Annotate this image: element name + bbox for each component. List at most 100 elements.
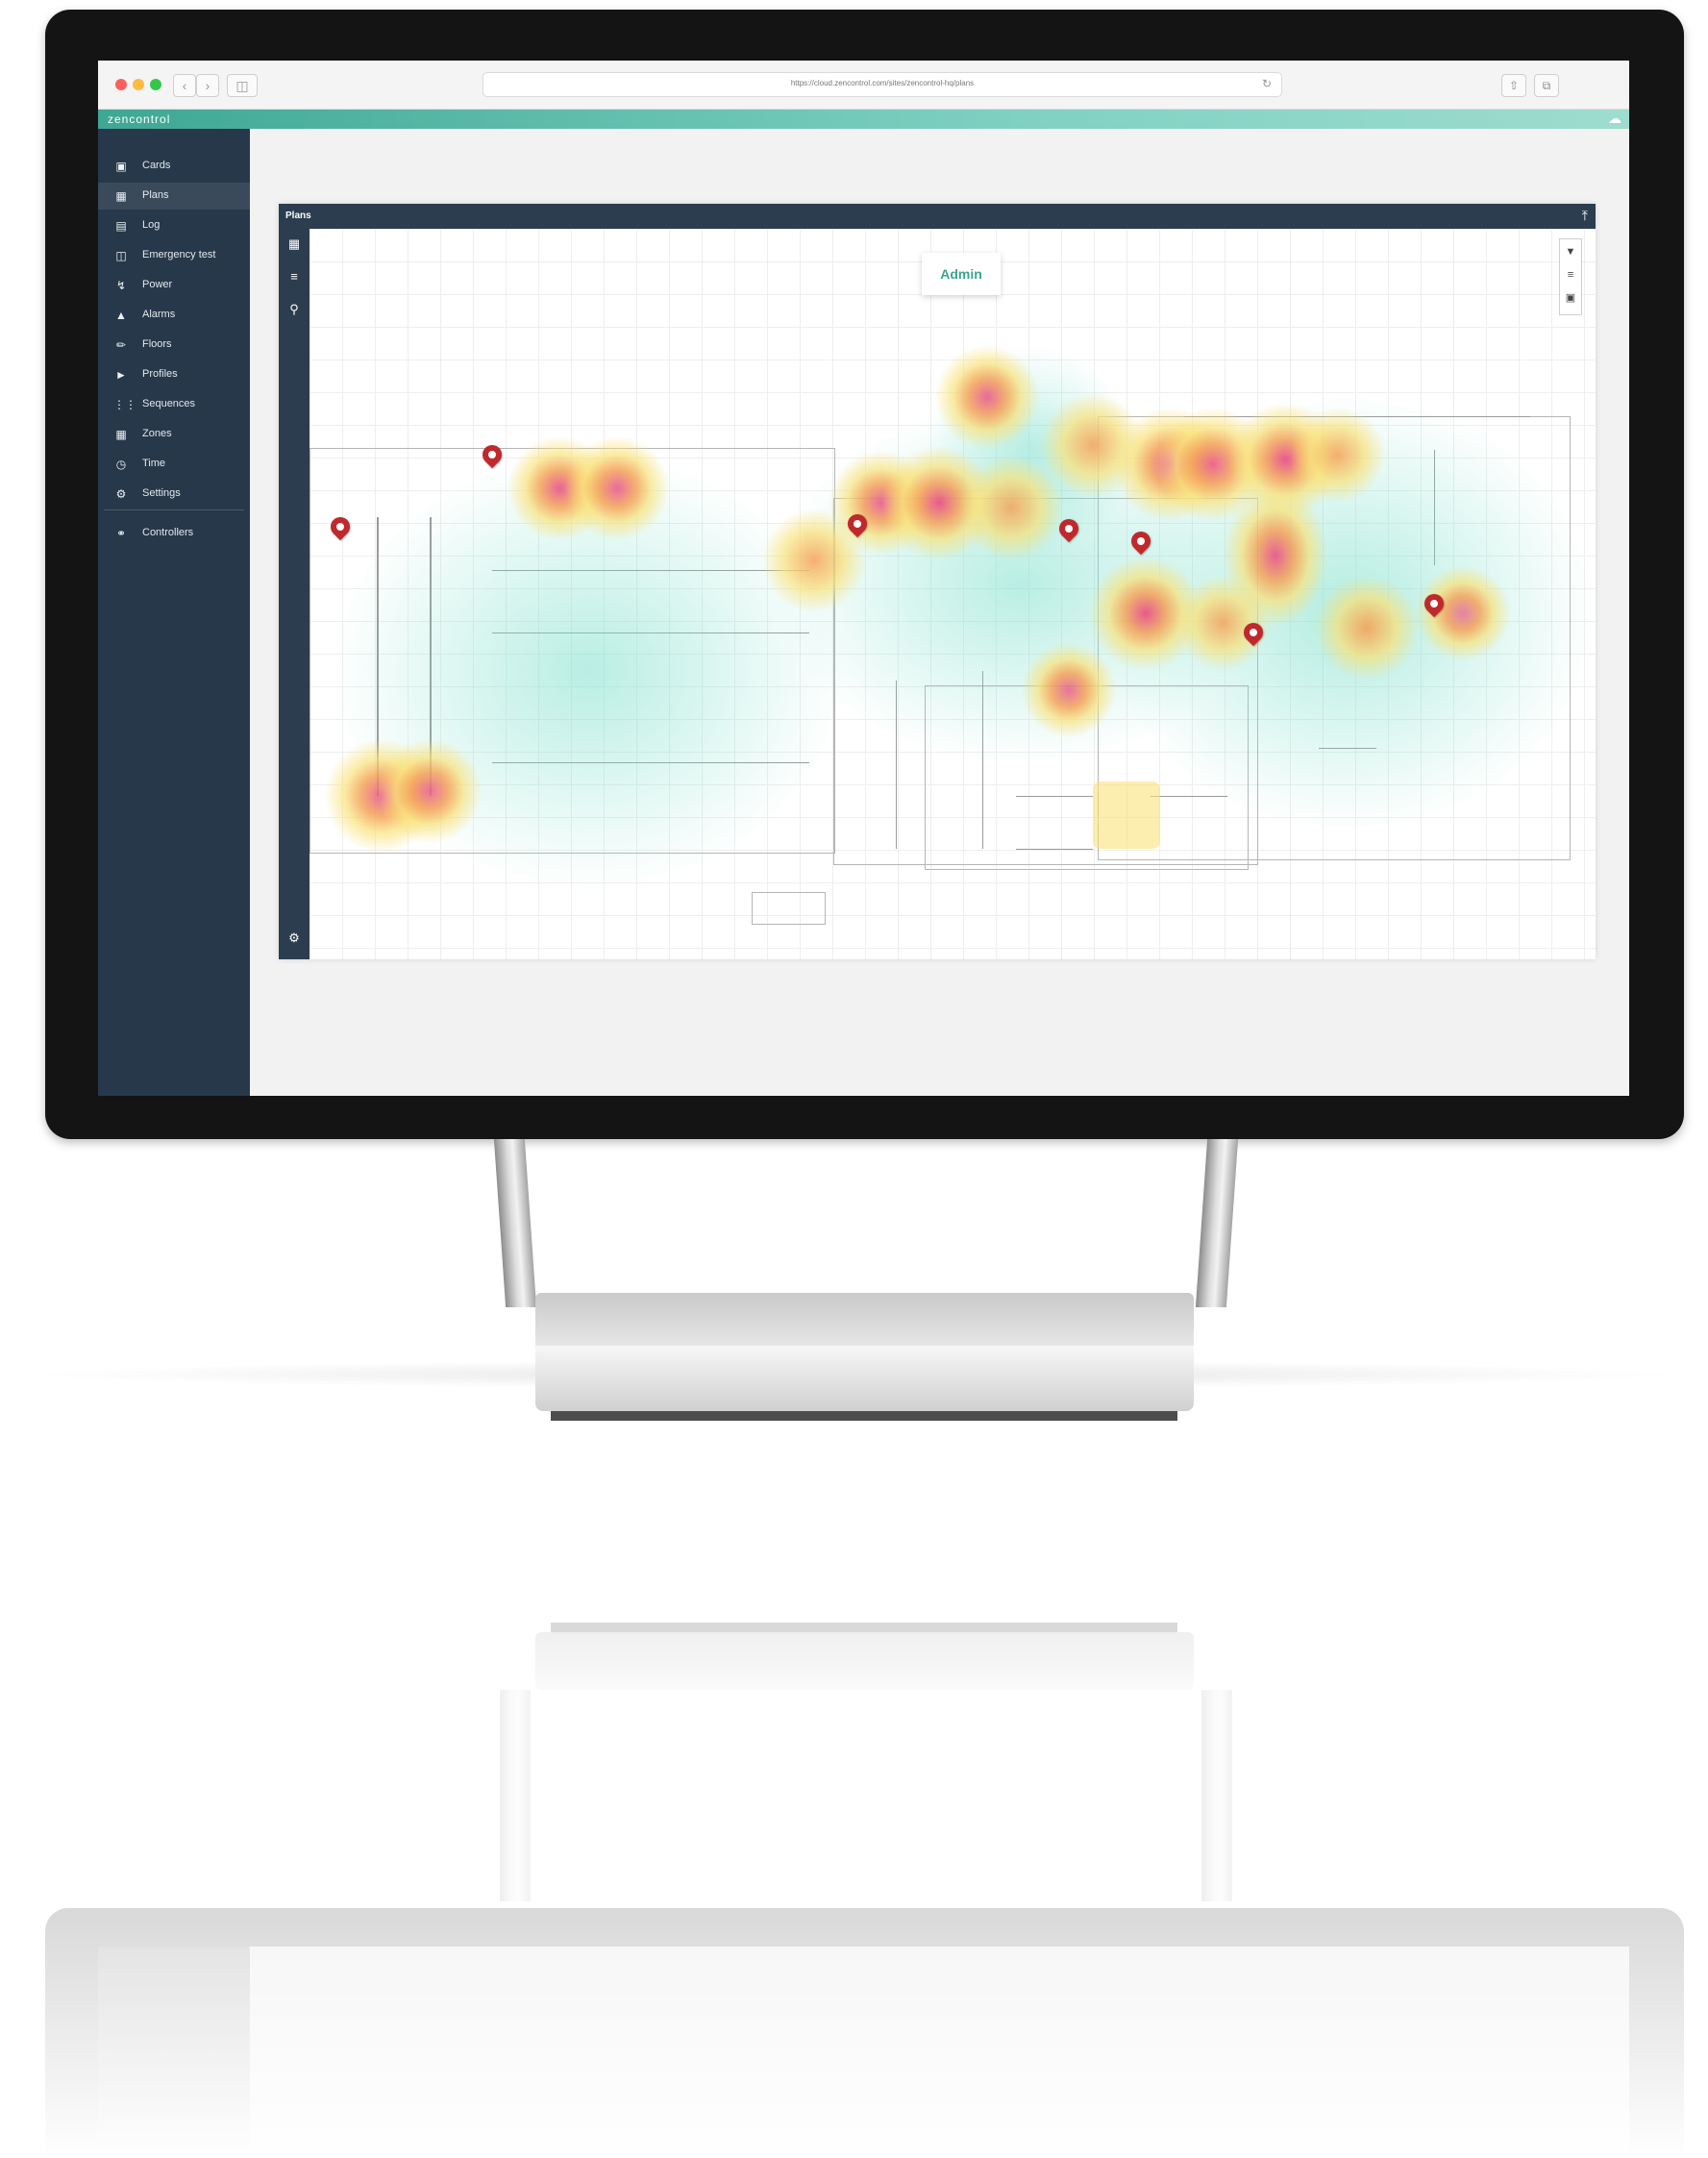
sidebar-item-log[interactable]: ▤ Log xyxy=(98,212,250,239)
forward-button[interactable]: › xyxy=(196,74,219,97)
controllers-icon: ⚭ xyxy=(115,527,127,540)
heatmap-hotspot xyxy=(934,344,1040,450)
reflection-screen xyxy=(98,1947,1629,2158)
app-header: zencontrol ☁ xyxy=(98,110,1629,129)
sidebar-item-settings[interactable]: ⚙ Settings xyxy=(98,481,250,508)
map-icon[interactable]: ▦ xyxy=(286,236,302,252)
stand-base-top xyxy=(535,1293,1194,1351)
sidebar-icon: ◫ xyxy=(235,78,249,93)
sidebar-item-time[interactable]: ◷ Time xyxy=(98,451,250,478)
sidebar-divider xyxy=(104,509,244,510)
sidebar-item-label: Log xyxy=(142,219,161,231)
back-button[interactable]: ‹ xyxy=(173,74,196,97)
reflection-vent xyxy=(551,1623,1177,1632)
map-tools: ▼ ≡ ▣ xyxy=(1559,238,1582,315)
tabs-icon: ⧉ xyxy=(1542,79,1551,92)
sidebar-item-power[interactable]: ↯ Power xyxy=(98,272,250,299)
panel-title: Plans xyxy=(285,211,311,221)
map-icon: ▦ xyxy=(115,189,127,203)
search-icon[interactable]: ⚲ xyxy=(286,302,302,317)
floor-plan-wing-west xyxy=(309,448,835,854)
save-icon[interactable]: ▣ xyxy=(1560,287,1581,309)
share-button[interactable]: ⇧ xyxy=(1501,74,1526,97)
sidebar-item-label: Sequences xyxy=(142,398,196,409)
sidebar-item-label: Time xyxy=(142,458,166,469)
sidebar-item-label: Emergency test xyxy=(142,249,216,260)
tabs-button[interactable]: ⧉ xyxy=(1534,74,1559,97)
sidebar-item-emergency-test[interactable]: ◫ Emergency test xyxy=(98,242,250,269)
reflection-arm-right xyxy=(1201,1690,1232,1901)
sidebar-item-label: Floors xyxy=(142,338,172,350)
browser-toolbar: ‹ › ◫ https://cloud.zencontrol.com/sites… xyxy=(98,61,1629,110)
cloud-icon[interactable]: ☁ xyxy=(1608,111,1621,127)
screen: ‹ › ◫ https://cloud.zencontrol.com/sites… xyxy=(98,61,1629,1096)
pin-icon[interactable]: ▼ xyxy=(1560,241,1581,262)
floor-plan-map[interactable]: Admin ▼ ≡ ▣ xyxy=(309,229,1596,959)
emergency-icon: ◫ xyxy=(115,249,127,262)
sidebar-item-label: Plans xyxy=(142,189,169,201)
sidebar-item-plans[interactable]: ▦ Plans xyxy=(98,183,250,210)
plans-toolbar: ▦ ≡ ⚲ ⚙ xyxy=(279,229,309,959)
reflection-base xyxy=(535,1632,1194,1690)
clock-icon: ◷ xyxy=(115,458,127,471)
sequence-icon: ⋮⋮ xyxy=(113,398,136,411)
warning-icon: ▲ xyxy=(115,309,127,322)
stand-base xyxy=(535,1346,1194,1411)
address-bar[interactable]: https://cloud.zencontrol.com/sites/zenco… xyxy=(483,72,1282,97)
lightning-icon: ↯ xyxy=(115,279,127,292)
sidebar-item-label: Settings xyxy=(142,487,181,499)
url-text: https://cloud.zencontrol.com/sites/zenco… xyxy=(790,79,975,87)
sidebar-item-profiles[interactable]: ► Profiles xyxy=(98,361,250,388)
brand-logo: zencontrol xyxy=(108,112,171,126)
reflection-sidebar xyxy=(98,1947,250,2158)
gear-icon: ⚙ xyxy=(115,487,127,501)
close-window-button[interactable] xyxy=(115,79,127,90)
wall xyxy=(1434,450,1435,565)
wall xyxy=(492,762,809,763)
sidebar-item-controllers[interactable]: ⚭ Controllers xyxy=(98,520,250,547)
gear-icon[interactable]: ⚙ xyxy=(286,930,302,946)
maximize-window-button[interactable] xyxy=(150,79,161,90)
grid-icon: ▦ xyxy=(115,428,127,441)
stand-arm-left xyxy=(493,1139,537,1307)
plans-panel: Plans ⤒ ▦ ≡ ⚲ ⚙ Admin ▼ ≡ ▣ xyxy=(279,204,1596,959)
stand-vent xyxy=(551,1411,1177,1421)
wall xyxy=(430,517,432,796)
reload-icon[interactable]: ↻ xyxy=(1262,77,1272,90)
wall xyxy=(1184,416,1530,417)
sliders-icon[interactable]: ≡ xyxy=(286,269,302,285)
upload-icon[interactable]: ⤒ xyxy=(1582,208,1588,224)
floor-plan-wing-east xyxy=(1098,416,1571,860)
sidebar-item-floors[interactable]: ✏ Floors xyxy=(98,332,250,359)
sidebar-item-label: Controllers xyxy=(142,527,194,538)
minimize-window-button[interactable] xyxy=(133,79,144,90)
monitor: ‹ › ◫ https://cloud.zencontrol.com/sites… xyxy=(45,10,1684,1139)
sidebar-item-label: Power xyxy=(142,279,173,290)
sidebar-item-sequences[interactable]: ⋮⋮ Sequences xyxy=(98,391,250,418)
wall xyxy=(1016,849,1093,850)
sidebar-toggle-button[interactable]: ◫ xyxy=(227,74,258,97)
sidebar-item-label: Zones xyxy=(142,428,172,439)
reflection-arm-left xyxy=(500,1690,531,1901)
cards-icon: ▣ xyxy=(115,160,127,173)
sidebar-item-label: Alarms xyxy=(142,309,176,320)
sidebar-item-alarms[interactable]: ▲ Alarms xyxy=(98,302,250,329)
tag-icon: ► xyxy=(115,368,127,382)
sidebar-item-zones[interactable]: ▦ Zones xyxy=(98,421,250,448)
wall xyxy=(1319,748,1376,749)
wall xyxy=(377,517,379,796)
wall xyxy=(982,671,983,849)
sidebar: ▣ Cards ▦ Plans ▤ Log ◫ Emergency test ↯… xyxy=(98,129,250,1096)
sidebar-item-label: Cards xyxy=(142,160,171,171)
wall xyxy=(492,570,809,571)
pencil-icon: ✏ xyxy=(115,338,127,352)
plans-panel-header: Plans ⤒ xyxy=(279,204,1596,229)
chevron-right-icon: › xyxy=(205,78,210,93)
layers-icon[interactable]: ≡ xyxy=(1560,264,1581,285)
sidebar-item-label: Profiles xyxy=(142,368,178,380)
wall xyxy=(896,681,897,849)
stand-arm-right xyxy=(1195,1139,1239,1307)
sidebar-item-cards[interactable]: ▣ Cards xyxy=(98,153,250,180)
monitor-reflection xyxy=(0,1576,1708,2158)
user-role-badge[interactable]: Admin xyxy=(922,253,1001,295)
